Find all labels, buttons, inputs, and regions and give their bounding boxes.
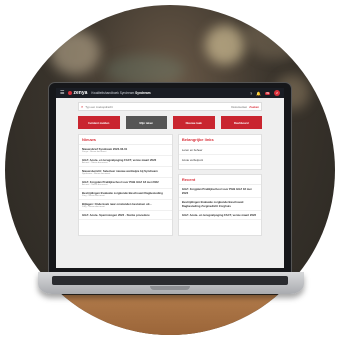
recent-title: Recent [178,175,261,185]
recent-item-title: Bestrijdingen Evaluatie zorgkunde Bescho… [181,200,244,208]
app-logo[interactable]: zenya [68,90,87,96]
content-columns: Nieuws Nieuwsbrief Syndream 2022-03-01 Ze… [78,134,262,236]
news-item-sub: Syndream - Nieuw document [82,173,111,175]
links-title: Belangrijke links [178,135,261,145]
bell-icon[interactable]: 🔔 [256,91,261,96]
logo-text: zenya [73,90,88,96]
recent-item[interactable]: GGZ: Acute- en terugvalpoging FACT, vers… [178,211,261,220]
bokeh-light [205,25,245,65]
search-button[interactable]: Zoeken [249,105,259,109]
link-item[interactable]: Acute verbetpunt [178,155,261,165]
top-bar: ☰ zenya Kwaliteitshandboek Syndream Synd… [56,88,284,98]
news-item-title: GGZ: Acute- Spermotogen 2022 - Sterke pr… [82,213,150,217]
news-item[interactable]: Nieuwsbericht: Selecteer nieuwe werkwijz… [79,167,172,178]
news-title: Nieuws [79,135,172,145]
search-icon: ⌕ [81,104,84,109]
news-item-sub: Zenya - Nieuw document [82,151,107,153]
breadcrumb-current: Syndream [135,91,151,95]
help-icon[interactable]: ? [250,91,252,96]
right-column: Belangrijke links Leren en beheer Acute … [177,134,262,236]
news-item[interactable]: Nieuwsbrief Syndream 2022-03-01 Zenya - N… [79,145,172,156]
recent-item-title: GGZ: Acute- en terugvalpoging FACT, vers… [181,213,257,217]
bokeh-light [105,55,185,85]
bokeh-light [50,30,100,75]
tile-nieuwe-taak[interactable]: Nieuwe taak [173,116,215,129]
tile-dashboard[interactable]: Dashboard [220,116,262,129]
tile-mijn-taken[interactable]: Mijn taken [125,116,167,129]
wooden-table [5,295,335,335]
news-item[interactable]: GGZ: Acute- Spermotogen 2022 - Sterke pr… [79,211,172,220]
bokeh-light [245,10,305,60]
news-item-sub: Zorg - Nieuw document [82,206,105,208]
recent-item[interactable]: GGZ: Zorgplan Praktijkschool voor PGB GG… [178,185,261,198]
breadcrumb: Kwaliteitshandboek Syndream Syndream [91,91,150,95]
links-panel: Belangrijke links Leren en beheer Acute … [177,134,262,170]
avatar[interactable]: Z [274,90,280,96]
laptop-notch [150,286,190,290]
laptop-screen: ☰ zenya Kwaliteitshandboek Syndream Synd… [56,88,284,268]
news-item[interactable]: Bestrijdingen Evaluatie zorgkunde Bescho… [79,189,172,200]
news-panel: Nieuws Nieuwsbrief Syndream 2022-03-01 Ze… [78,134,173,236]
laptop-keyboard [52,276,288,285]
recent-item[interactable]: Bestrijdingen Evaluatie zorgkunde Bescho… [178,198,261,211]
breadcrumb-prefix[interactable]: Kwaliteitshandboek Syndream [91,91,134,95]
news-item[interactable]: Bijlagen: Onderzoek naar omstanden bestu… [79,200,172,211]
news-item[interactable]: GGZ: Acute- en terugvalpoging FACT, vers… [79,156,172,167]
logo-mark-icon [68,91,73,95]
news-item-sub: Actueel - Nieuw document [82,184,108,186]
recent-panel: Recent GGZ: Zorgplan Praktijkschool voor… [177,174,262,236]
menu-icon[interactable]: ☰ [60,90,64,96]
notification-badge: 99 [265,91,270,95]
tile-incident-melden[interactable]: Incident melden [78,116,120,129]
link-item[interactable]: Leren en beheer [178,145,261,155]
search-input[interactable] [85,104,230,109]
search-bar: ⌕ Documenten Zoeken [78,102,262,111]
search-filter-select[interactable]: Documenten [231,105,247,109]
news-item-sub: Zorg - Nieuw document [82,195,105,197]
recent-item-title: GGZ: Zorgplan Praktijkschool voor PGB GG… [181,187,252,195]
news-item[interactable]: GGZ: Zorgplan Praktijkschool voor PGB GG… [79,178,172,189]
news-item-sub: Actueel - Nieuw document [82,162,108,164]
quick-tiles: Incident melden Mijn taken Nieuwe taak D… [78,116,262,129]
